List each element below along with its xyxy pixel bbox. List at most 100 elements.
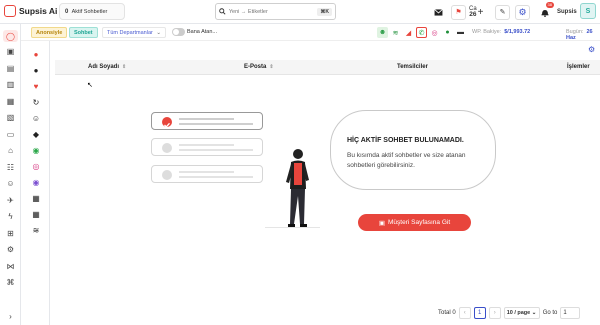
sidebar-item-reports[interactable]: ▧ <box>4 112 17 122</box>
filter-chip-chat[interactable]: Sohbet <box>69 27 98 38</box>
col-event-icon[interactable]: ▦ <box>31 209 41 219</box>
column-header-name[interactable]: Adı Soyadı ⇕ <box>88 64 126 70</box>
lightning-icon: ϟ <box>8 211 13 221</box>
channel-telegram-icon[interactable]: ◢ <box>403 27 414 38</box>
top-bar: Supsis Ai 0 Aktif Sohbetler ⌘K ⚑ Ca 26 + <box>0 0 600 24</box>
col-heart-icon[interactable]: ♥ <box>31 81 41 91</box>
today-date: Bugün: 26 Haz <box>566 29 600 41</box>
brand-name: Supsis Ai <box>19 6 58 16</box>
column-header-actions: İşlemler <box>567 64 590 70</box>
goto-page-input[interactable]: 1 <box>560 307 581 319</box>
sidebar-item-apps[interactable]: ⊞ <box>4 228 17 238</box>
col-messenger-icon[interactable]: ◉ <box>31 177 41 187</box>
notification-badge: 38 <box>545 1 554 8</box>
channel-wifi-icon[interactable]: ≋ <box>390 27 401 38</box>
sidebar-item-broadcast[interactable]: ✈ <box>4 195 17 205</box>
sidebar-item-calendar[interactable]: ▦ <box>4 96 17 106</box>
empty-state-title: HİÇ AKTİF SOHBET BULUNAMADI. <box>347 137 464 144</box>
sidebar-item-tickets[interactable]: ▥ <box>4 79 17 89</box>
chevron-down-icon: ⌄ <box>156 30 161 36</box>
brand-logo-icon <box>4 5 16 17</box>
channel-sms-icon[interactable]: ▬ <box>455 27 466 38</box>
go-to-customers-button[interactable]: ▣ Müşteri Sayfasına Git <box>358 214 471 231</box>
channel-instagram-icon[interactable]: ◎ <box>429 27 440 38</box>
col-user-alert-icon[interactable]: ● <box>31 65 41 75</box>
active-chats-counter[interactable]: 0 Aktif Sohbetler <box>59 3 125 20</box>
col-history-icon[interactable]: ↻ <box>31 97 41 107</box>
empty-state-description: Bu kısımda aktif sohbetler ve size atana… <box>347 152 466 169</box>
illustration-card-selected <box>151 112 263 130</box>
column-header-email[interactable]: E-Posta ⇕ <box>244 64 274 70</box>
sidebar-item-store[interactable]: ⌂ <box>4 145 17 155</box>
filter-chip-unassigned[interactable]: Anonsiyle <box>31 27 68 38</box>
table-header: Adı Soyadı ⇕ E-Posta ⇕ Temsilciler İşlemle… <box>55 60 600 75</box>
settings-icon: ⚙ <box>6 244 15 254</box>
notifications-button[interactable]: 38 <box>537 1 554 20</box>
sidebar-item-settings[interactable]: ⚙ <box>4 244 17 254</box>
column-header-reps[interactable]: Temsilciler <box>397 64 428 70</box>
sort-icon: ⇕ <box>269 64 274 70</box>
sidebar-item-chats[interactable]: ◯ <box>3 30 18 42</box>
mail-button[interactable] <box>431 4 446 20</box>
ticket-icon: ▥ <box>6 79 15 89</box>
search-shortcut: ⌘K <box>317 7 332 16</box>
active-chats-label: Aktif Sohbetler <box>71 9 108 15</box>
chevron-right-icon: › <box>9 311 12 321</box>
sidebar-item-documents[interactable]: ▭ <box>4 129 17 139</box>
col-whatsapp-icon[interactable]: ◉ <box>31 145 41 155</box>
col-calendar-icon[interactable]: ▦ <box>31 193 41 203</box>
col-user-add-icon[interactable]: ☺ <box>31 113 41 123</box>
flag-button[interactable]: ⚑ <box>451 4 466 20</box>
sidebar-item-automation[interactable]: ϟ <box>4 211 17 221</box>
settings-gear-icon: ⚙ <box>515 4 530 20</box>
ca-count: 26 <box>469 11 477 18</box>
ca-block: Ca 26 <box>469 6 477 18</box>
sidebar-item-inbox[interactable]: ▤ <box>4 63 17 73</box>
pagination-prev-button[interactable]: ‹ <box>458 307 471 319</box>
empty-state-bubble: HİÇ AKTİF SOHBET BULUNAMADI. Bu kısımda … <box>330 110 496 190</box>
search-box[interactable]: ⌘K <box>215 3 336 20</box>
col-chat-icon[interactable]: ● <box>31 49 41 59</box>
search-input[interactable] <box>228 8 318 15</box>
sidebar-item-users[interactable]: ☺ <box>4 178 17 188</box>
sidebar-item-share[interactable]: ⋈ <box>4 261 17 271</box>
pagination-next-button[interactable]: › <box>488 307 501 319</box>
pagination-page-button[interactable]: 1 <box>473 307 486 319</box>
flag-icon: ⚑ <box>451 4 466 20</box>
active-chats-count: 0 <box>65 9 69 15</box>
page-size-select[interactable]: 10 / page ⌄ <box>503 307 540 319</box>
brand[interactable]: Supsis Ai <box>4 5 57 17</box>
assigned-to-me-toggle[interactable] <box>172 28 185 36</box>
calendar-icon: ▦ <box>6 96 15 106</box>
wp-balance-value: $/1,993.72 <box>504 29 531 35</box>
sidebar-collapse[interactable]: › <box>4 311 17 321</box>
bell-icon: 38 <box>537 1 554 20</box>
illustration-card <box>151 138 263 156</box>
sort-icon: ⇕ <box>122 64 127 70</box>
settings-button[interactable]: ⚙ <box>515 4 530 20</box>
add-icon: + <box>477 6 484 18</box>
ca-button[interactable]: Ca 26 + <box>469 4 484 20</box>
department-select[interactable]: Tüm Departmanlar ⌄ <box>102 27 166 38</box>
contacts-icon: ☷ <box>6 162 15 172</box>
channel-bot-icon[interactable]: ☻ <box>377 27 388 38</box>
search-icon <box>219 8 226 15</box>
avatar[interactable]: S <box>580 3 596 19</box>
apps-icon: ⊞ <box>7 228 14 238</box>
sidebar-item-contacts[interactable]: ☷ <box>4 162 17 172</box>
channel-whatsapp-icon[interactable]: ✆ <box>416 27 427 38</box>
mail-icon <box>431 5 446 20</box>
col-instagram-icon[interactable]: ◎ <box>31 161 41 171</box>
table-settings-gear-icon[interactable]: ⚙ <box>588 45 595 54</box>
sidebar-item-history[interactable]: ▣ <box>4 46 17 56</box>
magic-wand-icon: ✎ <box>495 4 510 20</box>
sidebar-item-integrations[interactable]: ⌘ <box>4 277 17 287</box>
col-inbox-icon[interactable]: ◆ <box>31 129 41 139</box>
channel-message-icon[interactable]: ● <box>442 27 453 38</box>
magic-button[interactable]: ✎ <box>495 4 510 20</box>
col-rss-icon[interactable]: ≋ <box>31 225 41 235</box>
person-illustration <box>286 149 309 227</box>
column-name-label: Adı Soyadı <box>88 64 120 70</box>
user-name: Supsis <box>557 9 577 15</box>
goto-label: Go to <box>542 310 558 316</box>
